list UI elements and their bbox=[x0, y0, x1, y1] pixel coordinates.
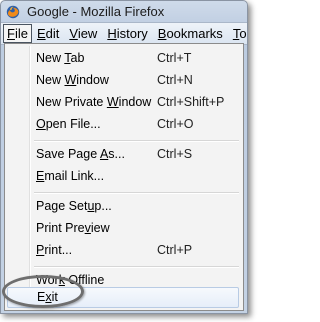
firefox-window: Google - Mozilla Firefox File Edit View … bbox=[0, 0, 248, 314]
menu-item-new-private-window[interactable]: New Private Window Ctrl+Shift+P bbox=[7, 92, 239, 113]
shortcut-text: Ctrl+S bbox=[157, 147, 193, 161]
label-pre: New Private bbox=[36, 95, 107, 109]
label-post: iew bbox=[90, 221, 110, 235]
label-pre: Save Page bbox=[36, 147, 100, 161]
label-pre: New bbox=[36, 73, 65, 87]
menu-item-save-page-as[interactable]: Save Page As... Ctrl+S bbox=[7, 144, 239, 165]
label-mnemonic: W bbox=[64, 73, 77, 87]
menu-history-mnemonic: H bbox=[107, 26, 117, 41]
label-post: mail Link... bbox=[44, 169, 105, 183]
menu-history-rest: istory bbox=[116, 26, 148, 41]
menu-edit-rest: dit bbox=[45, 26, 60, 41]
label-post: indow bbox=[76, 73, 109, 87]
menu-file-mnemonic: F bbox=[7, 26, 15, 41]
menu-separator bbox=[34, 266, 239, 268]
menu-tools[interactable]: To bbox=[228, 24, 247, 43]
menu-separator bbox=[34, 140, 239, 142]
menu-bar: File Edit View History Bookmarks To bbox=[1, 22, 247, 45]
shortcut-text: Ctrl+O bbox=[157, 117, 194, 131]
shortcut-text: Ctrl+N bbox=[157, 73, 193, 87]
label-post: pen File... bbox=[45, 117, 101, 131]
menu-item-new-window[interactable]: New Window Ctrl+N bbox=[7, 70, 239, 91]
menu-bookmarks-rest: ookmarks bbox=[166, 26, 223, 41]
menu-item-email-link[interactable]: Email Link... bbox=[7, 166, 239, 187]
shortcut-text: Ctrl+P bbox=[157, 243, 193, 257]
menu-item-print[interactable]: Print... Ctrl+P bbox=[7, 240, 239, 261]
menu-item-label: New Window bbox=[36, 70, 109, 91]
menu-item-label: Page Setup... bbox=[36, 196, 112, 217]
shortcut-text: Ctrl+Shift+P bbox=[157, 95, 225, 109]
menu-item-label: Save Page As... bbox=[36, 144, 125, 165]
menu-view-mnemonic: V bbox=[69, 26, 78, 41]
menu-item-new-tab[interactable]: New Tab Ctrl+T bbox=[7, 48, 239, 69]
menu-item-label: Print Preview bbox=[36, 218, 110, 239]
menu-bookmarks[interactable]: Bookmarks bbox=[153, 24, 228, 43]
menu-view[interactable]: View bbox=[64, 24, 102, 43]
menu-view-rest: iew bbox=[77, 26, 98, 41]
label-pre: New bbox=[36, 51, 65, 65]
label-pre: Print Pre bbox=[36, 221, 85, 235]
menu-file-rest: ile bbox=[14, 26, 28, 41]
menu-item-label: Open File... bbox=[36, 114, 101, 135]
menu-item-label: Email Link... bbox=[36, 166, 104, 187]
menu-item-label: Print... bbox=[36, 240, 72, 261]
exit-highlight-ellipse bbox=[2, 275, 84, 308]
menu-tools-rest: o bbox=[239, 26, 247, 41]
label-post: rint... bbox=[44, 243, 73, 257]
menu-item-print-preview[interactable]: Print Preview bbox=[7, 218, 239, 239]
menu-edit[interactable]: Edit bbox=[32, 24, 64, 43]
label-post: indow bbox=[118, 95, 152, 109]
menu-item-label: New Tab bbox=[36, 48, 84, 69]
label-post: ab bbox=[70, 51, 85, 65]
title-bar: Google - Mozilla Firefox bbox=[1, 1, 247, 22]
label-pre: Page Set bbox=[36, 199, 88, 213]
menu-item-page-setup[interactable]: Page Setup... bbox=[7, 196, 239, 217]
label-post: s... bbox=[108, 147, 125, 161]
file-menu-dropdown: New Tab Ctrl+T New Window Ctrl+N New Pri… bbox=[4, 43, 244, 311]
window-title: Google - Mozilla Firefox bbox=[27, 4, 165, 19]
menu-edit-mnemonic: E bbox=[36, 26, 46, 41]
firefox-logo-icon bbox=[6, 5, 20, 19]
label-mnemonic: W bbox=[106, 95, 119, 109]
menu-file[interactable]: File bbox=[3, 24, 32, 43]
menu-separator bbox=[34, 192, 239, 194]
menu-item-open-file[interactable]: Open File... Ctrl+O bbox=[7, 114, 239, 135]
shortcut-text: Ctrl+T bbox=[157, 51, 192, 65]
label-post: p... bbox=[94, 199, 112, 213]
menu-history[interactable]: History bbox=[102, 24, 152, 43]
menu-item-label: New Private Window bbox=[36, 92, 151, 113]
label-mnemonic: O bbox=[36, 117, 46, 131]
